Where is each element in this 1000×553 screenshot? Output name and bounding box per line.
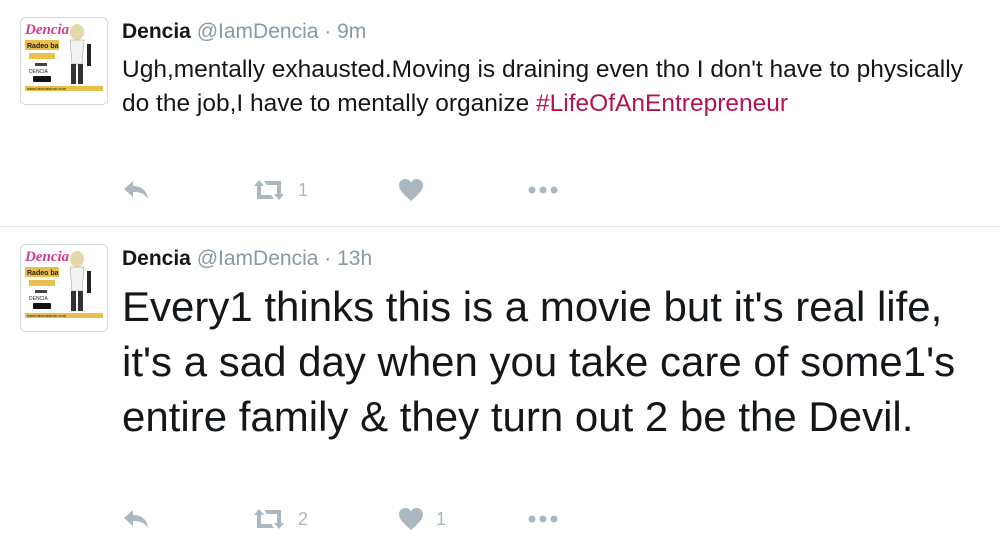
retweet-count: 1 [298, 179, 309, 200]
like-button[interactable] [398, 175, 436, 205]
timestamp[interactable]: 13h [337, 247, 372, 270]
avatar[interactable]: Dencia Radeo ba DENCIA www.denciastore.c… [20, 244, 108, 332]
retweet-count: 2 [298, 508, 309, 529]
svg-text:Dencia: Dencia [24, 249, 70, 265]
svg-text:www.denciastore.com: www.denciastore.com [27, 86, 67, 91]
svg-text:www.denciastore.com: www.denciastore.com [27, 313, 67, 318]
svg-text:DENCIA: DENCIA [29, 296, 49, 302]
svg-text:Radeo ba: Radeo ba [27, 270, 59, 277]
retweet-button[interactable]: 2 [252, 504, 308, 534]
retweet-button[interactable]: 1 [252, 175, 308, 205]
reply-icon [124, 181, 148, 199]
svg-text:Dencia: Dencia [24, 22, 70, 38]
retweet-icon [254, 509, 284, 529]
avatar-image: Dencia Radeo ba DENCIA www.denciastore.c… [21, 245, 107, 331]
like-button[interactable]: 1 [398, 504, 446, 534]
tweet-text: Ugh,mentally exhausted.Moving is drainin… [122, 53, 972, 121]
tweet-text: Every1 thinks this is a movie but it's r… [122, 283, 956, 440]
reply-button[interactable] [122, 175, 150, 205]
like-count: 1 [436, 508, 447, 529]
svg-text:Radeo ba: Radeo ba [27, 43, 59, 50]
reply-button[interactable] [122, 504, 150, 534]
tweet: Dencia Radeo ba DENCIA www.denciastore.c… [0, 0, 1000, 227]
display-name[interactable]: Dencia [122, 247, 191, 270]
svg-text:DENCIA: DENCIA [29, 69, 49, 75]
tweet-actions: 2 1 [122, 504, 582, 534]
tweet-header: Dencia @IamDencia · 9m [122, 20, 366, 44]
tweet-actions: 1 [122, 175, 582, 205]
more-button[interactable] [528, 504, 558, 534]
hashtag-link[interactable]: #LifeOfAnEntrepreneur [536, 90, 788, 117]
tweet: Dencia Radeo ba DENCIA www.denciastore.c… [0, 227, 1000, 553]
heart-icon [399, 508, 423, 530]
more-button[interactable] [528, 175, 558, 205]
more-icon [528, 186, 558, 194]
more-icon [528, 515, 558, 523]
display-name[interactable]: Dencia [122, 20, 191, 43]
handle[interactable]: @IamDencia [197, 20, 319, 43]
avatar-image: Dencia Radeo ba DENCIA www.denciastore.c… [21, 18, 107, 104]
retweet-icon [254, 180, 284, 200]
avatar[interactable]: Dencia Radeo ba DENCIA www.denciastore.c… [20, 17, 108, 105]
heart-icon [399, 179, 423, 201]
separator: · [318, 20, 338, 43]
tweet-header: Dencia @IamDencia · 13h [122, 247, 372, 271]
timestamp[interactable]: 9m [337, 20, 366, 43]
separator: · [318, 247, 338, 270]
handle[interactable]: @IamDencia [197, 247, 319, 270]
reply-icon [124, 510, 148, 528]
